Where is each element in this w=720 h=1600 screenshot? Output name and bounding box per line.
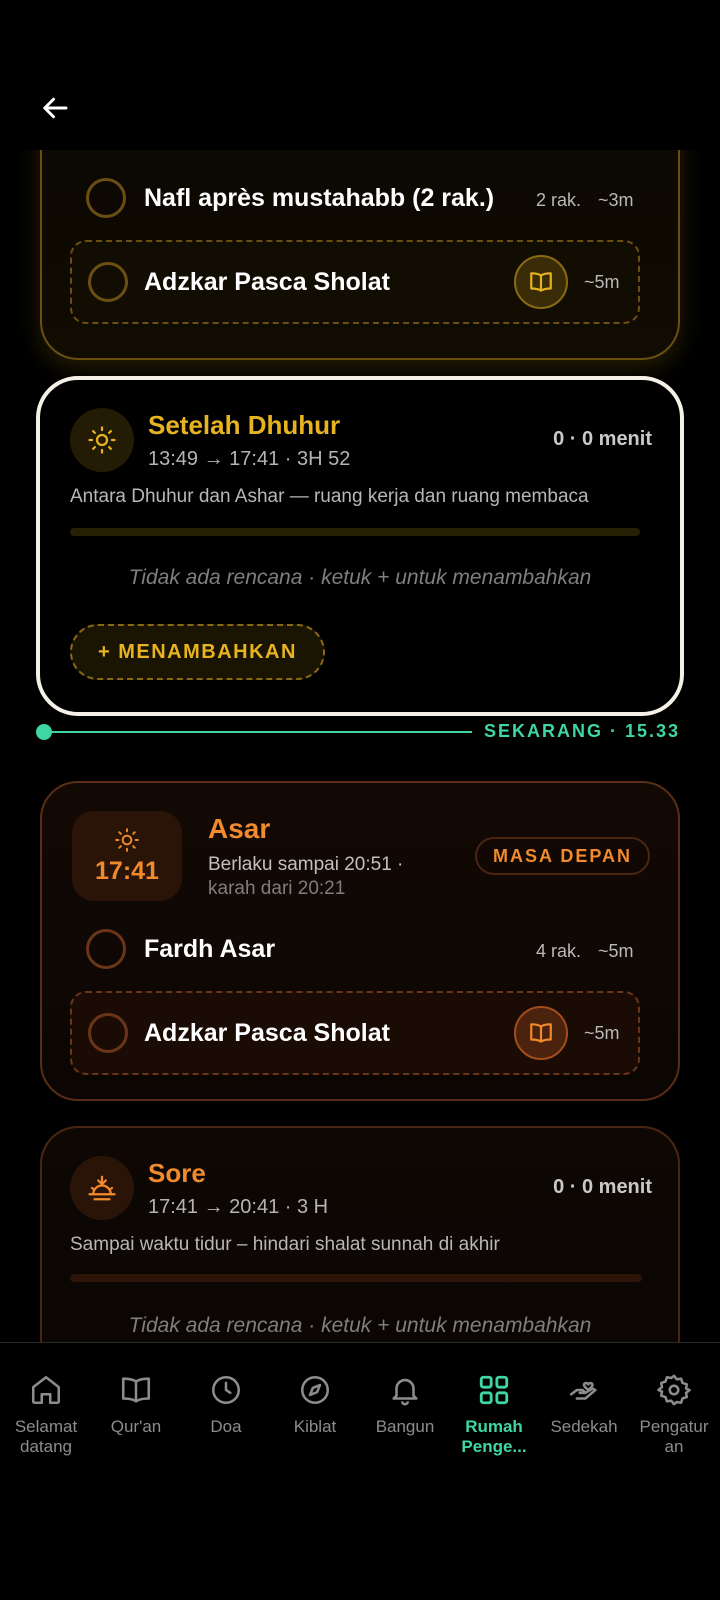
task-checkbox[interactable] (88, 262, 128, 302)
nav-item-kiblat[interactable]: Kiblat (270, 1373, 360, 1437)
section-title: Setelah Dhuhur (148, 410, 341, 440)
asar-time-tile: 17:41 (72, 811, 182, 901)
progress-bar (70, 1274, 642, 1282)
book-open-icon (530, 272, 552, 292)
book-open-icon (530, 1023, 552, 1043)
adzkar-row[interactable]: Adzkar Pasca Sholat ~5m (70, 991, 640, 1075)
nav-item-home[interactable]: Selamat datang (1, 1373, 91, 1457)
setelah-dhuhur-card[interactable]: Setelah Dhuhur 13:49 → 17:41 · 3H 52 0 ·… (36, 376, 684, 716)
asar-subtitle: Berlaku sampai 20:51 · karah dari 20:21 (208, 854, 404, 899)
compass-icon (300, 1375, 330, 1405)
hand-heart-icon (569, 1381, 597, 1400)
nav-item-bangun[interactable]: Bangun (360, 1373, 450, 1437)
task-title: Nafl après mustahabb (2 rak.) (144, 183, 495, 212)
task-checkbox[interactable] (86, 178, 126, 218)
section-time: 13:49 → 17:41 · 3H 52 (148, 448, 351, 470)
section-time: 17:41 → 20:41 · 3 H (148, 1196, 329, 1218)
bottom-navigation: Selamat datang Qur'an Doa Kiblat Bangun … (0, 1342, 720, 1600)
sun-icon-disc (70, 408, 134, 472)
asar-title: Asar (208, 813, 271, 844)
nav-label: Rumah Penge... (461, 1417, 527, 1456)
nav-item-rumah[interactable]: Rumah Penge... (449, 1373, 539, 1457)
clock-icon (211, 1375, 241, 1405)
nav-label: Selamat datang (14, 1417, 78, 1456)
gear-icon (657, 1374, 691, 1406)
section-title: Sore (148, 1158, 206, 1188)
task-title: Adzkar Pasca Sholat (144, 1019, 390, 1047)
add-plan-label: + MENAMBAHKAN (98, 640, 297, 663)
asar-time: 17:41 (95, 856, 159, 885)
task-row[interactable]: Fardh Asar (86, 929, 275, 969)
task-duration: ~5m (598, 941, 634, 961)
nav-item-quran[interactable]: Qur'an (91, 1373, 181, 1437)
read-adzkar-button[interactable] (514, 1006, 568, 1060)
progress-bar (70, 528, 640, 536)
task-rakat: 2 rak. (536, 190, 582, 210)
top-bar (0, 0, 720, 150)
adzkar-row[interactable]: Adzkar Pasca Sholat ~5m (70, 240, 640, 324)
bell-icon (392, 1378, 418, 1406)
empty-message: Tidak ada rencana · ketuk + untuk menamb… (128, 1314, 592, 1337)
back-button[interactable] (38, 90, 74, 126)
nav-label: Qur'an (110, 1417, 162, 1436)
nav-label: Kiblat (293, 1417, 337, 1436)
asar-card[interactable]: 17:41 Asar Berlaku sampai 20:51 · karah … (40, 781, 680, 1101)
now-label: SEKARANG · 15.33 (483, 721, 680, 741)
dhuhur-card: Nafl après mustahabb (2 rak.) 2 rak. ~3m… (40, 150, 680, 360)
add-plan-button[interactable]: + MENAMBAHKAN (70, 624, 325, 680)
sunset-icon (88, 1175, 116, 1201)
read-adzkar-button[interactable] (514, 255, 568, 309)
schedule-list[interactable]: Nafl après mustahabb (2 rak.) 2 rak. ~3m… (0, 150, 720, 1342)
section-description: Antara Dhuhur dan Ashar — ruang kerja da… (70, 486, 589, 507)
task-checkbox[interactable] (86, 929, 126, 969)
section-count: 0 · 0 menit (553, 428, 652, 450)
sun-icon (115, 827, 139, 852)
home-icon (31, 1375, 61, 1405)
status-badge: MASA DEPAN (474, 837, 650, 875)
nav-item-doa[interactable]: Doa (181, 1373, 271, 1437)
arrow-left-icon (43, 97, 68, 119)
nav-label: Sedekah (550, 1417, 618, 1436)
sun-icon (88, 426, 116, 454)
task-checkbox[interactable] (88, 1013, 128, 1053)
grid-icon (479, 1375, 509, 1405)
nav-label: Pengatur an (639, 1417, 709, 1456)
task-duration: ~5m (584, 272, 620, 292)
nav-item-sedekah[interactable]: Sedekah (539, 1373, 629, 1437)
task-duration: ~5m (584, 1023, 620, 1043)
task-duration: ~3m (598, 190, 634, 210)
nav-label: Doa (210, 1417, 242, 1436)
task-title: Fardh Asar (144, 934, 276, 963)
task-row[interactable]: Nafl après mustahabb (2 rak.) (86, 178, 494, 218)
sore-card[interactable]: Sore 17:41 → 20:41 · 3 H 0 · 0 menit Sam… (40, 1126, 680, 1342)
section-count: 0 · 0 menit (553, 1176, 652, 1198)
nav-item-pengaturan[interactable]: Pengatur an (629, 1373, 719, 1457)
sunset-icon-disc (70, 1156, 134, 1220)
task-rakat: 4 rak. (536, 941, 582, 961)
nav-label: Bangun (375, 1417, 435, 1436)
task-title: Adzkar Pasca Sholat (144, 268, 390, 296)
section-description: Sampai waktu tidur – hindari shalat sunn… (70, 1234, 500, 1255)
empty-message: Tidak ada rencana · ketuk + untuk menamb… (128, 566, 592, 589)
now-line (50, 731, 472, 733)
book-icon (121, 1377, 151, 1403)
